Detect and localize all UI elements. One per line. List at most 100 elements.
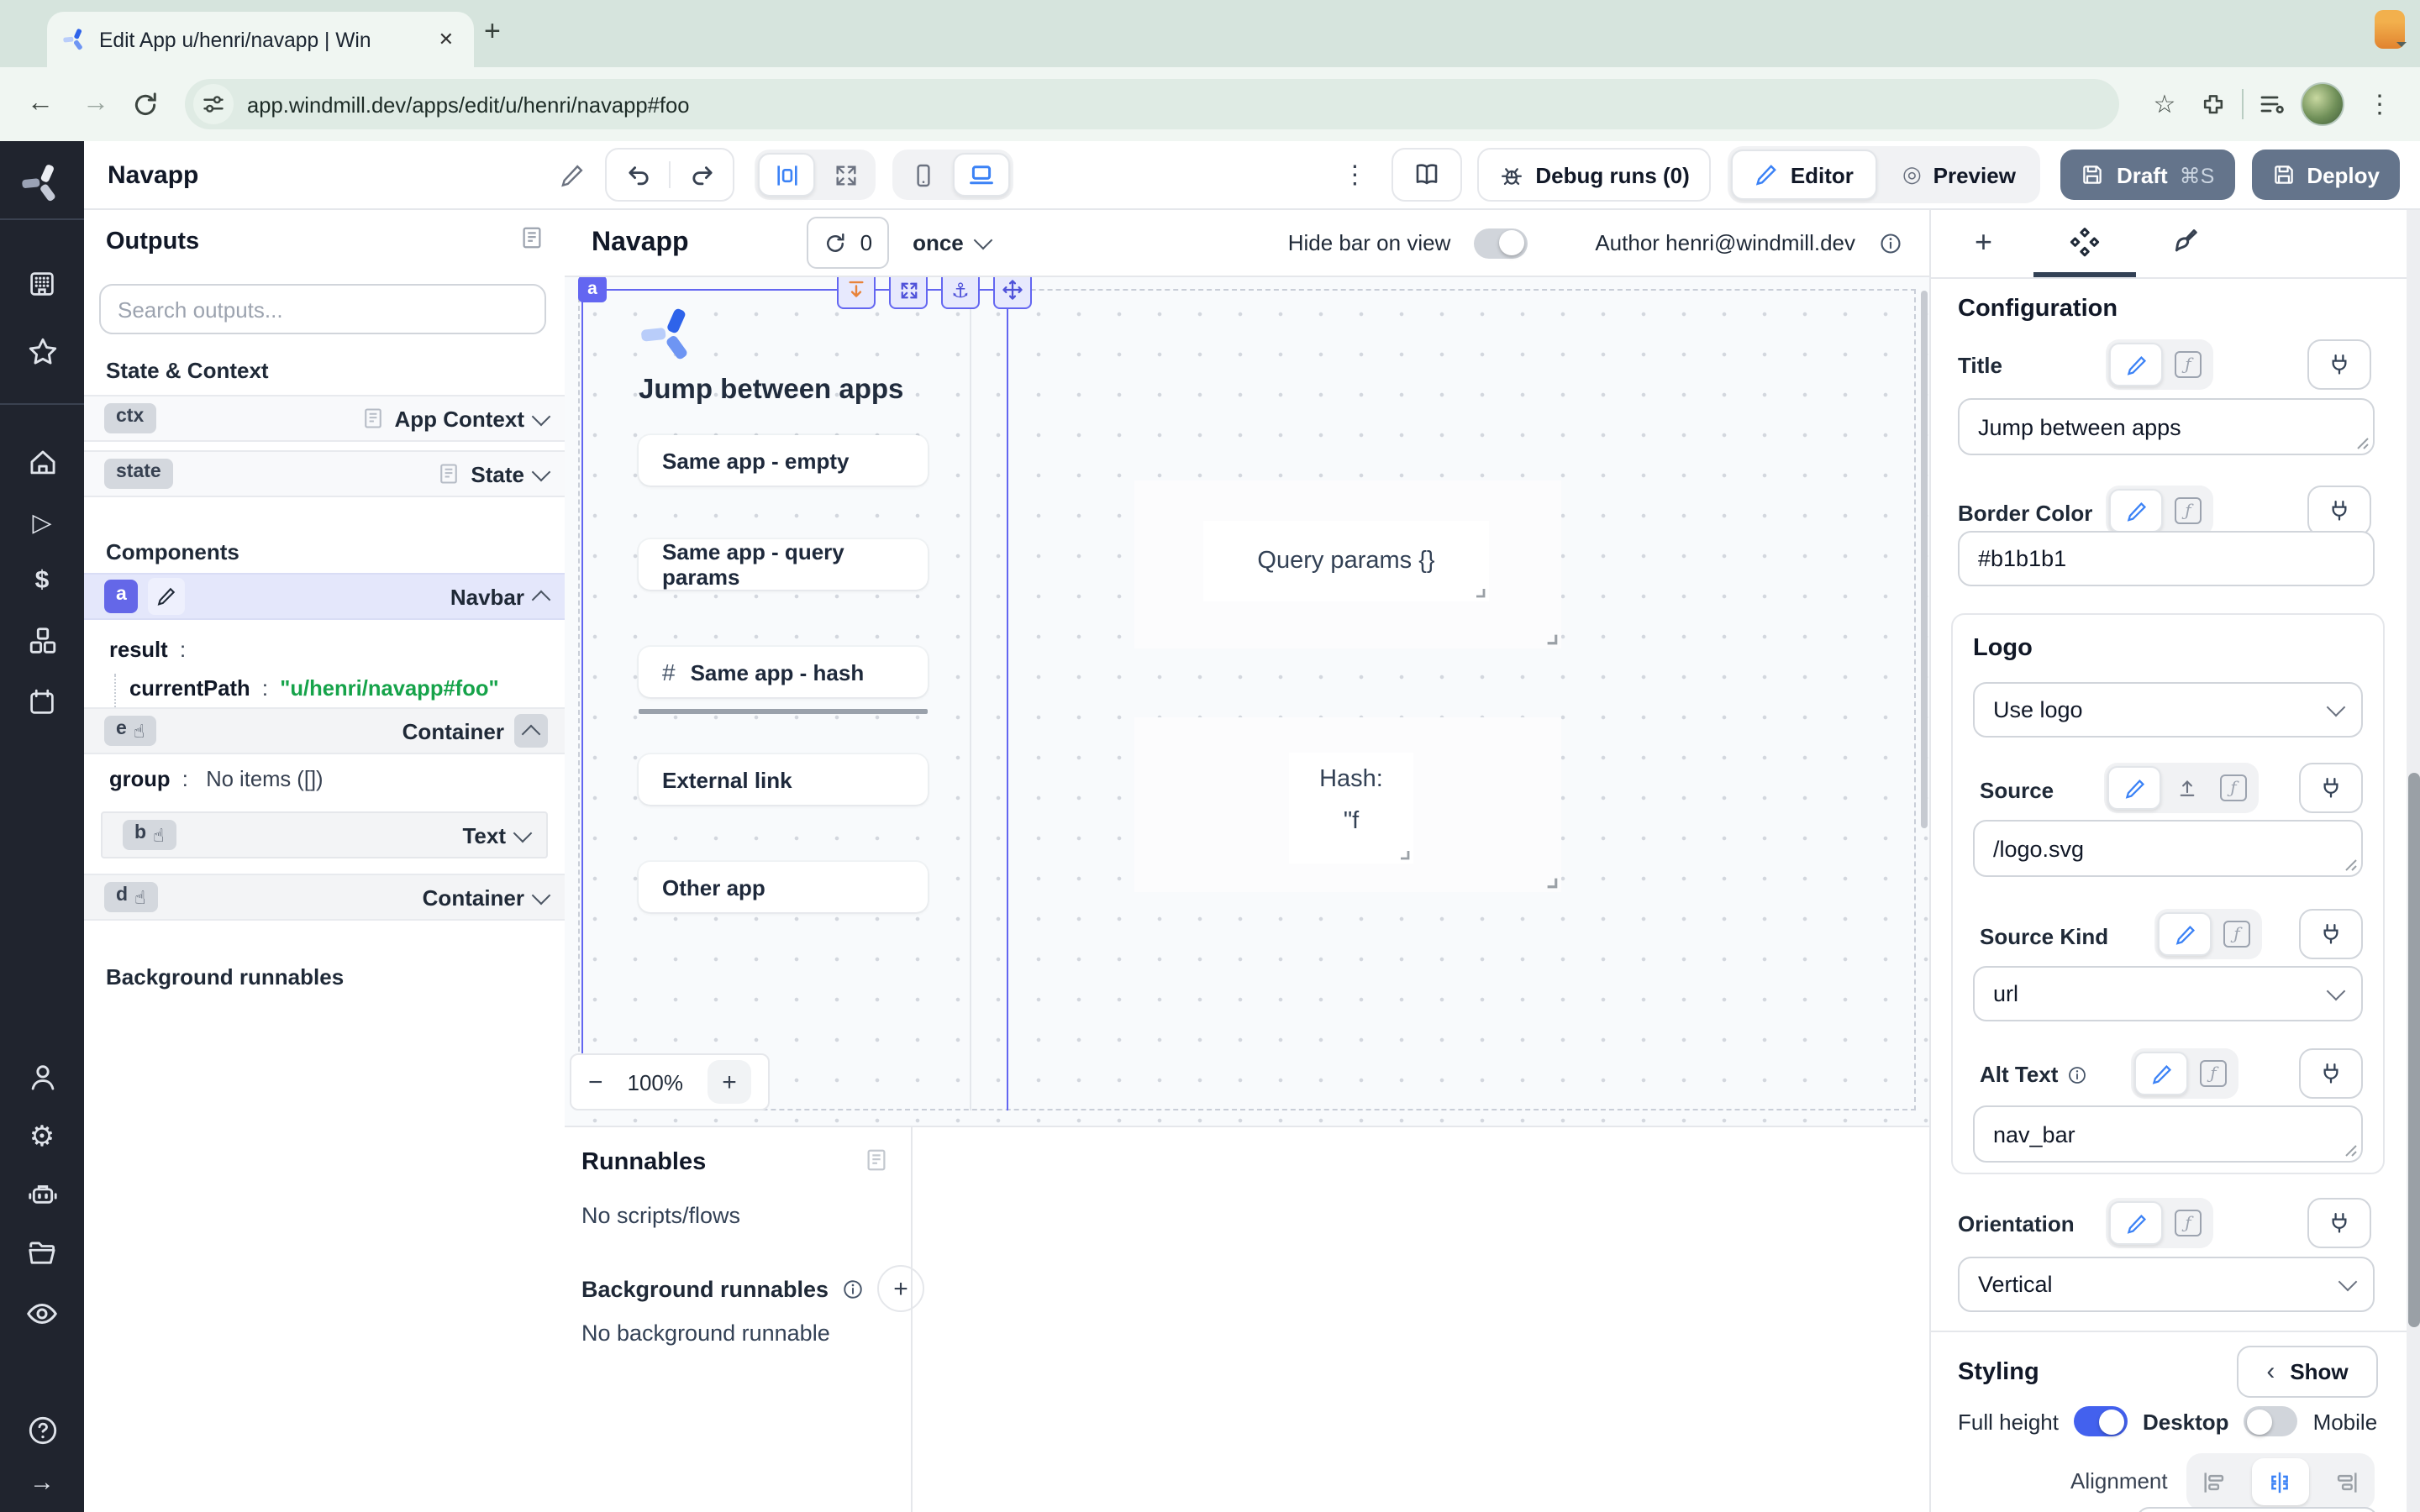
- connect-input-button[interactable]: [2299, 1048, 2363, 1099]
- sidebar-item-schedules[interactable]: [0, 687, 84, 717]
- full-height-mobile-toggle[interactable]: [2244, 1406, 2298, 1436]
- resize-handle-icon[interactable]: [1543, 874, 1558, 889]
- query-params-container[interactable]: Query params {}: [1134, 480, 1561, 648]
- info-icon[interactable]: [2066, 1064, 2086, 1084]
- output-row-state[interactable]: state State: [84, 450, 565, 497]
- address-bar[interactable]: app.windmill.dev/apps/edit/u/henri/navap…: [185, 79, 2119, 129]
- tab-editor[interactable]: Editor: [1732, 150, 1877, 200]
- draft-button[interactable]: Draft ⌘S: [2061, 150, 2234, 200]
- runnables-doc-icon[interactable]: [864, 1147, 889, 1173]
- add-background-runnable-button[interactable]: +: [877, 1265, 924, 1312]
- sidebar-item-favorites[interactable]: [0, 336, 84, 368]
- result-key[interactable]: result :: [109, 637, 186, 662]
- connect-input-button[interactable]: [2299, 909, 2363, 959]
- border-color-input[interactable]: #b1b1b1: [1958, 531, 2375, 586]
- nav-item-same-app-query[interactable]: Same app - query params: [639, 539, 928, 590]
- global-styling-tab[interactable]: [2168, 227, 2198, 257]
- title-input[interactable]: Jump between apps: [1958, 398, 2375, 455]
- sidebar-item-apps[interactable]: [0, 269, 84, 299]
- desktop-view-button[interactable]: [953, 153, 1010, 197]
- mobile-view-button[interactable]: [896, 155, 950, 195]
- fx-input-button[interactable]: ƒ: [2166, 344, 2210, 385]
- source-input[interactable]: /logo.svg: [1973, 820, 2363, 877]
- fx-input-button[interactable]: ƒ: [2191, 1053, 2235, 1094]
- hide-bar-toggle[interactable]: [1474, 228, 1528, 258]
- back-icon[interactable]: ←: [20, 89, 60, 119]
- resize-handle-icon[interactable]: [1397, 847, 1410, 860]
- upload-input-button[interactable]: [2165, 768, 2208, 808]
- browser-menu-icon[interactable]: ⋮: [2360, 89, 2400, 119]
- resize-handle-icon[interactable]: [1543, 630, 1558, 645]
- forward-icon[interactable]: →: [76, 89, 116, 119]
- canvas-scrollbar[interactable]: [1921, 291, 1928, 828]
- chevron-down-icon[interactable]: [532, 462, 551, 481]
- undo-button[interactable]: [607, 161, 671, 188]
- sidebar-item-home[interactable]: [0, 447, 84, 479]
- collapse-button[interactable]: [514, 714, 548, 748]
- chevron-down-icon[interactable]: [513, 823, 533, 843]
- rename-app-icon[interactable]: [560, 162, 585, 187]
- orientation-select[interactable]: Vertical: [1958, 1257, 2375, 1312]
- debug-runs-button[interactable]: Debug runs (0): [1476, 148, 1711, 202]
- info-icon[interactable]: [1879, 231, 1902, 255]
- zoom-in-button[interactable]: +: [708, 1060, 751, 1104]
- redo-button[interactable]: [671, 161, 733, 188]
- new-tab-button[interactable]: +: [484, 15, 501, 49]
- refresh-counter[interactable]: 0: [807, 217, 889, 269]
- info-icon[interactable]: [842, 1278, 864, 1299]
- outputs-doc-icon[interactable]: [519, 225, 544, 250]
- canvas[interactable]: a ⚓ Jump between ap: [565, 277, 1929, 1126]
- docs-button[interactable]: [1391, 148, 1461, 202]
- profile-chip[interactable]: [2375, 10, 2405, 49]
- site-settings-icon[interactable]: [193, 84, 234, 124]
- component-row-b[interactable]: b ☝ Text: [101, 811, 548, 858]
- extensions-icon[interactable]: [2200, 91, 2227, 118]
- run-mode-select[interactable]: once: [913, 230, 991, 255]
- query-params-text-component[interactable]: Query params {}: [1203, 521, 1489, 601]
- insert-component-tab[interactable]: +: [1975, 225, 1992, 260]
- static-input-button[interactable]: [2134, 1052, 2188, 1095]
- clipped-next-control[interactable]: [2136, 1507, 2378, 1512]
- expand-down-button[interactable]: [837, 277, 876, 309]
- sidebar-item-users[interactable]: [0, 1062, 84, 1094]
- nav-item-same-app-hash[interactable]: # Same app - hash: [639, 647, 928, 697]
- full-height-desktop-toggle[interactable]: [2074, 1406, 2128, 1436]
- nav-item-external-link[interactable]: External link: [639, 754, 928, 805]
- chevron-down-icon[interactable]: [532, 885, 551, 905]
- currentpath-row[interactable]: currentPath : "u/henri/navapp#foo": [129, 675, 499, 701]
- tab-preview[interactable]: ◎ Preview: [1881, 151, 2038, 198]
- static-input-button[interactable]: [2158, 912, 2212, 956]
- connect-input-button[interactable]: [2307, 1198, 2371, 1248]
- source-kind-select[interactable]: url: [1973, 966, 2363, 1021]
- reload-icon[interactable]: [131, 90, 160, 118]
- edit-id-icon[interactable]: [149, 578, 186, 615]
- use-logo-select[interactable]: Use logo: [1973, 682, 2363, 738]
- windmill-logo[interactable]: [0, 161, 84, 205]
- component-row-a[interactable]: a Navbar: [84, 573, 565, 620]
- align-center-button[interactable]: [2252, 1458, 2309, 1505]
- hash-container[interactable]: Hash: "f: [1134, 717, 1561, 892]
- align-left-button[interactable]: [2202, 1469, 2228, 1494]
- nav-item-same-app-empty[interactable]: Same app - empty: [639, 435, 928, 486]
- component-row-d[interactable]: d ☝ Container: [84, 874, 565, 921]
- expand-component-button[interactable]: [889, 277, 928, 309]
- static-input-button[interactable]: [2109, 1201, 2163, 1245]
- component-row-e[interactable]: e ☝ Container: [84, 707, 565, 754]
- group-row[interactable]: group : No items ([]): [109, 766, 324, 791]
- media-controls-icon[interactable]: [2259, 91, 2286, 118]
- fx-input-button[interactable]: ƒ: [2166, 491, 2210, 531]
- connect-input-button[interactable]: [2299, 763, 2363, 813]
- browser-tab[interactable]: Edit App u/henri/navapp | Win ✕: [47, 12, 474, 67]
- sidebar-item-resources[interactable]: [0, 625, 84, 657]
- chevron-down-icon[interactable]: [532, 407, 551, 426]
- search-outputs-input[interactable]: [99, 284, 546, 334]
- resize-handle-icon[interactable]: [1472, 585, 1486, 598]
- connect-input-button[interactable]: [2307, 339, 2371, 390]
- output-row-ctx[interactable]: ctx App Context: [84, 395, 565, 442]
- connect-input-button[interactable]: [2307, 486, 2371, 536]
- header-menu-icon[interactable]: ⋮: [1342, 160, 1367, 190]
- sidebar-item-workers[interactable]: [0, 1179, 84, 1211]
- alt-text-input[interactable]: nav_bar: [1973, 1105, 2363, 1163]
- nav-item-other-app[interactable]: Other app: [639, 862, 928, 912]
- static-input-button[interactable]: [2109, 489, 2163, 533]
